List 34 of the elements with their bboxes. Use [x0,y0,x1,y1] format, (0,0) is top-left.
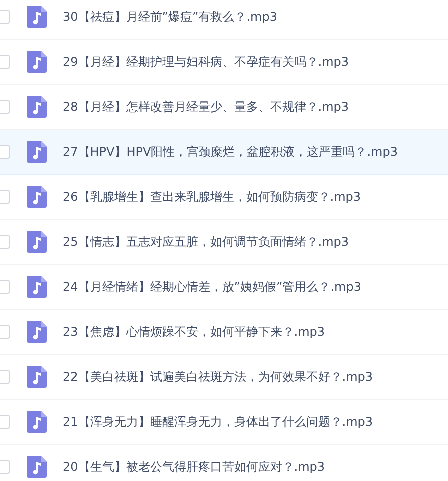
checkbox[interactable] [0,190,10,204]
music-file-icon [27,186,47,208]
checkbox[interactable] [0,370,10,384]
music-file-icon [27,96,47,118]
checkbox[interactable] [0,460,10,474]
music-file-icon [27,51,47,73]
file-name[interactable]: 21【浑身无力】睡醒浑身无力，身体出了什么问题？.mp3 [63,414,374,430]
file-name[interactable]: 30【祛痘】月经前”爆痘”有救么？.mp3 [63,8,278,26]
music-file-icon [27,6,47,28]
music-file-icon [27,276,47,298]
file-name[interactable]: 22【美白祛斑】试遍美白祛斑方法，为何效果不好？.mp3 [63,368,374,386]
file-name[interactable]: 24【月经情绪】经期心情差，放”姨妈假”管用么？.mp3 [63,278,362,296]
checkbox[interactable] [0,10,10,24]
checkbox[interactable] [0,325,10,339]
checkbox[interactable] [0,100,10,114]
music-file-icon [27,456,47,478]
file-name[interactable]: 20【生气】被老公气得肝疼口苦如何应对？.mp3 [63,458,326,476]
music-file-icon [27,321,47,343]
file-name[interactable]: 25【情志】五志对应五脏，如何调节负面情绪？.mp3 [63,234,350,250]
music-file-icon [27,141,47,163]
file-name[interactable]: 26【乳腺增生】查出来乳腺增生，如何预防病变？.mp3 [63,188,362,206]
checkbox[interactable] [0,280,10,294]
checkbox[interactable] [0,145,10,159]
checkbox[interactable] [0,415,10,429]
file-row[interactable]: 27【HPV】HPV阳性，宫颈糜烂，盆腔积液，这严重吗？.mp3 [0,130,448,175]
music-file-icon [27,366,47,388]
file-name[interactable]: 23【焦虑】心情烦躁不安，如何平静下来？.mp3 [63,324,326,340]
file-name[interactable]: 27【HPV】HPV阳性，宫颈糜烂，盆腔积液，这严重吗？.mp3 [63,144,398,160]
file-name[interactable]: 29【月经】经期护理与妇科病、不孕症有关吗？.mp3 [63,54,350,70]
music-file-icon [27,411,47,433]
checkbox[interactable] [0,55,10,69]
music-file-icon [27,231,47,253]
file-name[interactable]: 28【月经】怎样改善月经量少、量多、不规律？.mp3 [63,98,350,116]
checkbox[interactable] [0,235,10,249]
